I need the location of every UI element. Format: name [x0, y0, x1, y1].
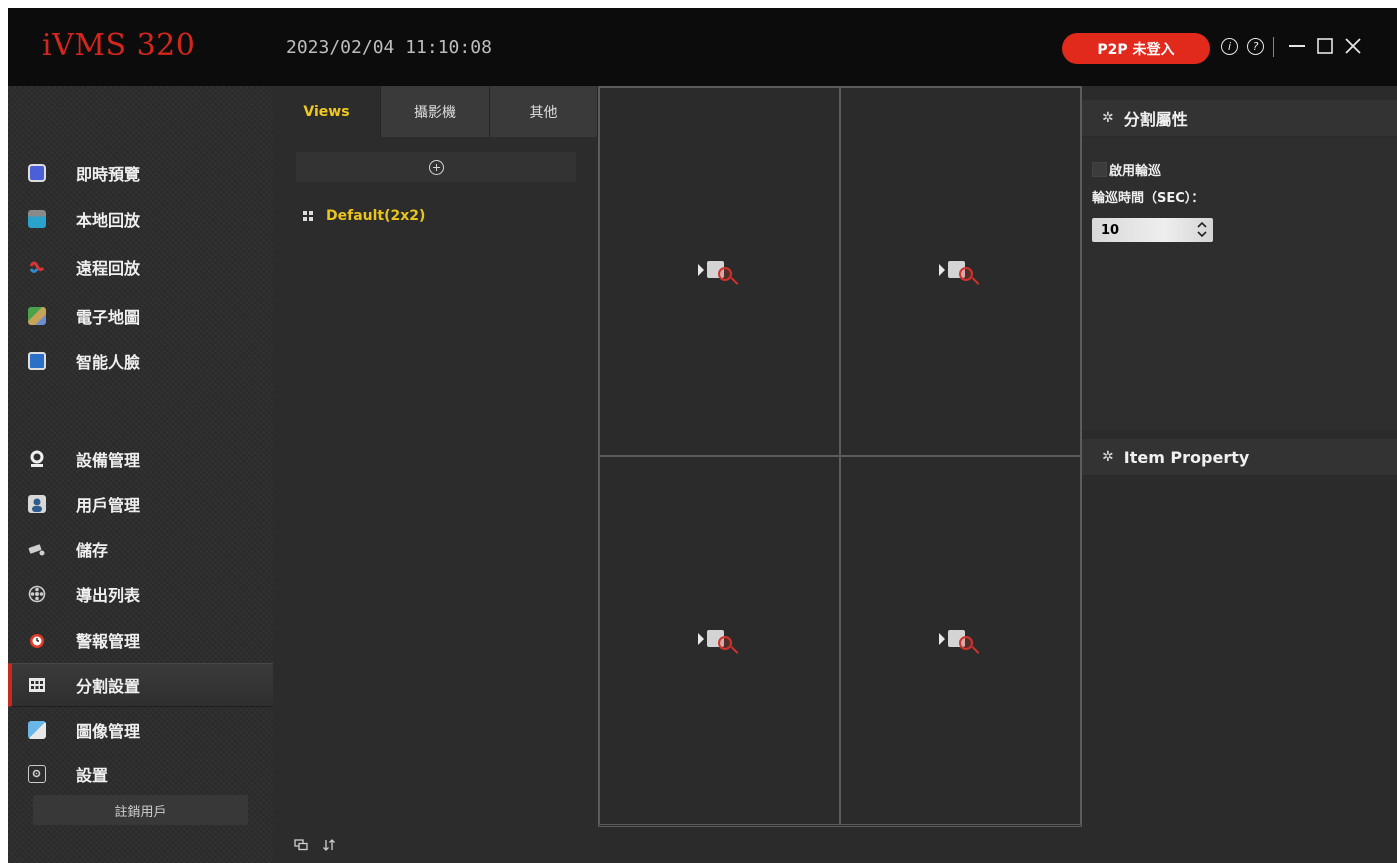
stepper-arrows[interactable] [1195, 220, 1209, 239]
tab-cameras[interactable]: 攝影機 [381, 86, 490, 137]
sidebar-item-label: 即時預覽 [76, 165, 141, 184]
sidebar-item-remote-playback[interactable]: 遠程回放 [8, 245, 273, 289]
p2p-login-button[interactable]: P2P 未登入 [1062, 33, 1210, 64]
item-property-header: ✲ Item Property [1082, 439, 1397, 475]
split-properties-title: 分割屬性 [1123, 110, 1188, 129]
app-title: iVMS 320 [42, 28, 196, 63]
no-camera-icon [697, 626, 742, 656]
sidebar-item-export-list[interactable]: 導出列表 [8, 572, 273, 616]
live-view-icon [28, 164, 46, 182]
tour-time-stepper[interactable]: 10 [1092, 218, 1213, 242]
sidebar-item-storage[interactable]: 儲存 [8, 527, 273, 571]
sidebar-item-device-management[interactable]: 設備管理 [8, 437, 273, 481]
sidebar-item-alarm-management[interactable]: 警報管理 [8, 618, 273, 662]
close-icon[interactable] [1342, 35, 1364, 57]
split-settings-icon [28, 676, 46, 694]
sidebar-item-label: 電子地圖 [76, 308, 141, 327]
sidebar-item-label: 本地回放 [76, 211, 141, 230]
no-camera-icon [697, 257, 742, 287]
add-view-button[interactable] [296, 152, 576, 182]
views-bottom-toolbar [293, 837, 337, 853]
alarm-management-icon [28, 631, 46, 649]
info-icon[interactable]: i [1221, 38, 1238, 55]
enable-tour-label: 啟用輪巡 [1109, 164, 1162, 179]
settings-icon [28, 765, 46, 783]
help-icon[interactable]: ? [1247, 38, 1264, 55]
add-icon [428, 159, 444, 175]
sidebar-item-label: 儲存 [76, 541, 109, 560]
properties-panel: ✲ 分割屬性 啟用輪巡 輪巡時間（SEC）： 10 ✲ Item Propert… [1082, 86, 1397, 863]
titlebar-separator [1273, 37, 1274, 57]
minimize-icon[interactable] [1286, 35, 1308, 57]
sidebar-item-label: 用戶管理 [76, 496, 141, 515]
video-grid [598, 86, 1082, 827]
local-playback-icon [28, 210, 46, 228]
sidebar-item-live-view[interactable]: 即時預覽 [8, 151, 273, 195]
export-list-icon [28, 585, 46, 603]
sidebar-item-label: 智能人臉 [76, 353, 141, 372]
views-panel: Views 攝影機 其他 Default(2x2) [273, 86, 598, 863]
sidebar-item-local-playback[interactable]: 本地回放 [8, 197, 273, 241]
tour-time-label: 輪巡時間（SEC）： [1092, 191, 1205, 206]
grid-view-icon [303, 210, 314, 222]
sidebar: 即時預覽 本地回放 遠程回放 電子地圖 智能人臉 設備管理 用戶管理 儲存 導出… [8, 86, 273, 863]
sidebar-item-label: 圖像管理 [76, 722, 141, 741]
view-item-default[interactable]: Default(2x2) [303, 208, 425, 224]
split-properties-header: ✲ 分割屬性 [1082, 100, 1397, 136]
current-datetime: 2023/02/04 11:10:08 [286, 37, 492, 58]
enable-tour-checkbox[interactable] [1092, 162, 1107, 177]
sidebar-item-label: 設置 [76, 766, 109, 785]
gear-icon: ✲ [1102, 110, 1114, 126]
storage-icon [28, 540, 46, 558]
tab-views[interactable]: Views [273, 86, 381, 137]
item-property-title: Item Property [1123, 447, 1250, 467]
sidebar-item-face[interactable]: 智能人臉 [8, 339, 273, 383]
views-tabs: Views 攝影機 其他 [273, 86, 598, 137]
no-camera-icon [938, 257, 983, 287]
title-bar: iVMS 320 2023/02/04 11:10:08 P2P 未登入 i ? [8, 8, 1397, 86]
image-management-icon [28, 721, 46, 739]
sidebar-item-label: 分割設置 [76, 677, 141, 696]
remote-playback-icon [28, 258, 46, 276]
video-window-1[interactable] [599, 87, 840, 456]
video-window-4[interactable] [840, 456, 1081, 825]
sidebar-item-split-settings[interactable]: 分割設置 [8, 663, 273, 707]
video-window-3[interactable] [599, 456, 840, 825]
enable-tour-row[interactable]: 啟用輪巡 [1092, 160, 1161, 179]
tour-time-value: 10 [1101, 222, 1120, 238]
sidebar-item-label: 設備管理 [76, 451, 141, 470]
sidebar-item-user-management[interactable]: 用戶管理 [8, 482, 273, 526]
user-management-icon [28, 495, 46, 513]
app-window: iVMS 320 2023/02/04 11:10:08 P2P 未登入 i ?… [8, 8, 1397, 863]
face-recognition-icon [28, 352, 46, 370]
emap-icon [28, 307, 46, 325]
maximize-icon[interactable] [1314, 35, 1336, 57]
sidebar-item-image-management[interactable]: 圖像管理 [8, 708, 273, 752]
split-properties-body [1082, 138, 1397, 430]
gear-icon: ✲ [1102, 449, 1114, 465]
no-camera-icon [938, 626, 983, 656]
sidebar-item-label: 導出列表 [76, 586, 141, 605]
sort-icon[interactable] [321, 837, 337, 853]
sidebar-item-label: 遠程回放 [76, 259, 141, 278]
video-window-2[interactable] [840, 87, 1081, 456]
logout-button[interactable]: 註銷用戶 [33, 795, 248, 825]
view-item-label: Default(2x2) [326, 208, 426, 224]
device-management-icon [28, 450, 46, 468]
window-icon[interactable] [293, 837, 309, 853]
tab-others[interactable]: 其他 [490, 86, 598, 137]
sidebar-item-emap[interactable]: 電子地圖 [8, 294, 273, 338]
sidebar-item-settings[interactable]: 設置 [8, 752, 273, 796]
sidebar-item-label: 警報管理 [76, 632, 141, 651]
